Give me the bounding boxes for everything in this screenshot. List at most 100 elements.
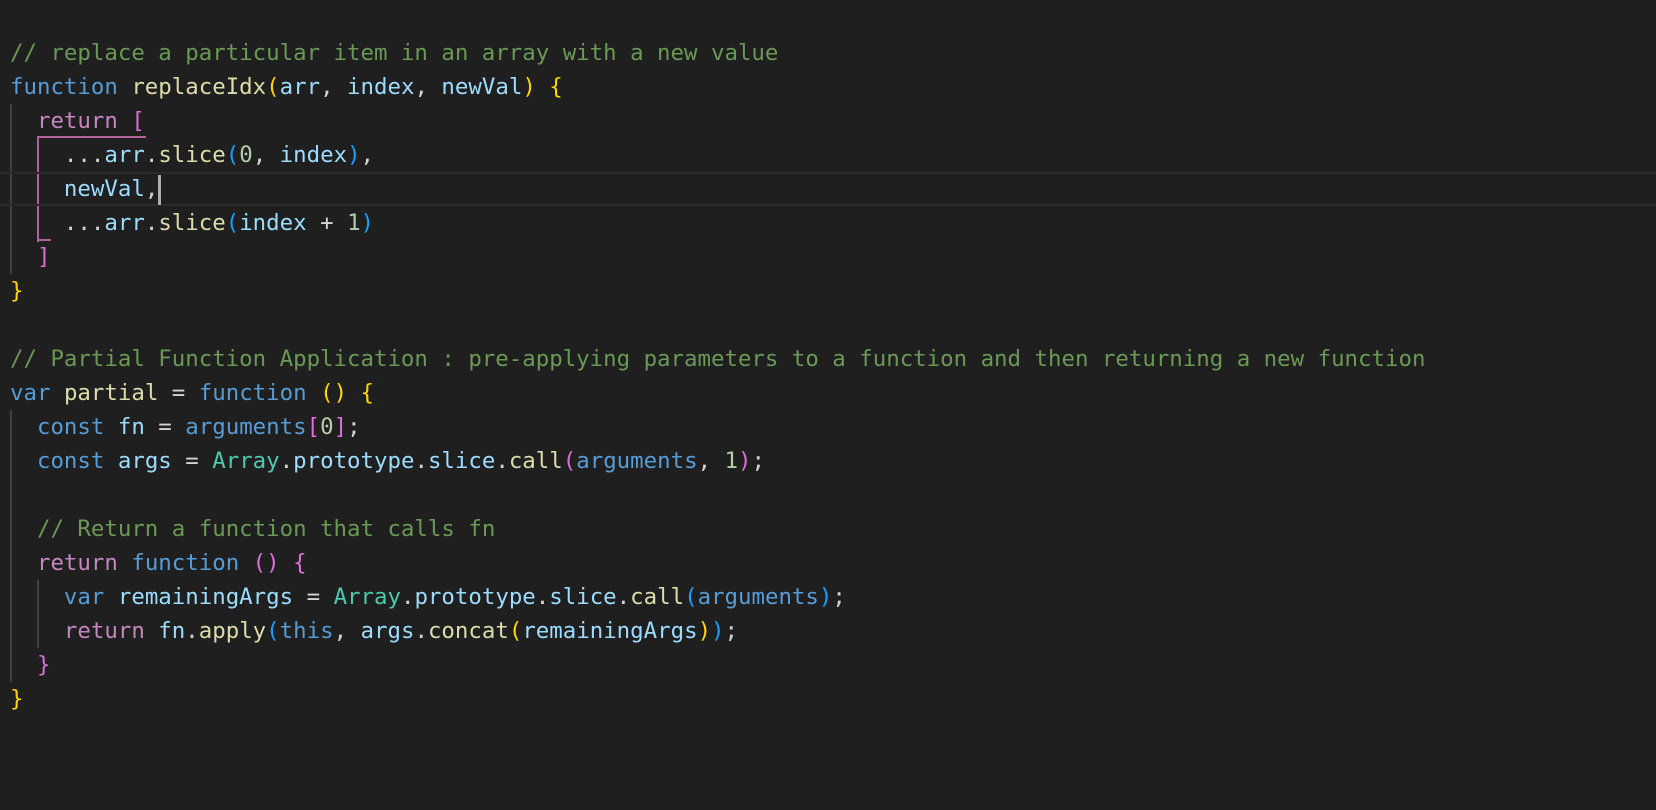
- token-control: return: [36, 108, 118, 134]
- token-punctuation: ...: [10, 142, 105, 168]
- token-bracket1: (: [508, 618, 523, 644]
- token-punctuation: ,: [697, 448, 725, 474]
- token-punctuation: =: [293, 584, 334, 610]
- token-keyword: arguments: [185, 414, 307, 440]
- token-variable: newVal: [63, 176, 145, 202]
- token-punctuation: ,: [144, 176, 159, 202]
- token-variable: slice: [549, 584, 617, 610]
- token-punctuation: [280, 550, 293, 576]
- code-line[interactable]: function replaceIdx(arr, index, newVal) …: [0, 70, 1656, 104]
- code-line[interactable]: const args = Array.prototype.slice.call(…: [0, 444, 1656, 478]
- code-line[interactable]: var remainingArgs = Array.prototype.slic…: [0, 580, 1656, 614]
- code-line[interactable]: ...arr.slice(index + 1): [0, 206, 1656, 240]
- code-line[interactable]: // replace a particular item in an array…: [0, 36, 1656, 70]
- token-bracket1: ): [697, 618, 712, 644]
- token-punctuation: [118, 108, 131, 134]
- token-punctuation: ,: [333, 618, 361, 644]
- code-line-current[interactable]: newVal,: [0, 172, 1656, 206]
- token-punctuation: ,: [360, 142, 375, 168]
- token-bracket2: ]: [36, 244, 51, 270]
- token-class: Array: [212, 448, 280, 474]
- token-punctuation: [10, 448, 37, 474]
- token-punctuation: ;: [724, 618, 739, 644]
- token-function: call: [630, 584, 685, 610]
- token-number: 0: [239, 142, 253, 168]
- token-function: slice: [158, 210, 226, 236]
- code-line[interactable]: const fn = arguments[0];: [0, 410, 1656, 444]
- code-line[interactable]: // Return a function that calls fn: [0, 512, 1656, 546]
- token-bracket2: {: [293, 550, 307, 576]
- token-variable: prototype: [414, 584, 536, 610]
- token-bracket3: ): [347, 142, 361, 168]
- token-variable: slice: [427, 448, 496, 474]
- token-punctuation: [10, 652, 37, 678]
- code-line[interactable]: ...arr.slice(0, index),: [0, 138, 1656, 172]
- token-punctuation: [118, 550, 131, 576]
- token-bracket2: [: [306, 414, 321, 440]
- token-punctuation: [10, 244, 37, 270]
- token-function: replaceIdx: [131, 74, 267, 100]
- token-keyword: const: [36, 414, 105, 440]
- token-function: concat: [427, 618, 509, 644]
- token-class: Array: [333, 584, 401, 610]
- token-variable: args: [360, 618, 415, 644]
- token-punctuation: [10, 516, 37, 542]
- token-variable: args: [117, 448, 172, 474]
- token-variable: fn: [117, 414, 145, 440]
- token-punctuation: .: [400, 584, 415, 610]
- token-function: apply: [198, 618, 267, 644]
- code-line[interactable]: ​: [0, 308, 1656, 342]
- token-punctuation: .: [185, 618, 199, 644]
- token-bracket1: {: [360, 380, 375, 406]
- code-lines: ​ // replace a particular item in an arra…: [0, 2, 1656, 716]
- token-bracket2: }: [36, 652, 51, 678]
- token-punctuation: [10, 414, 37, 440]
- token-punctuation: ;: [832, 584, 846, 610]
- code-editor[interactable]: ​ // replace a particular item in an arra…: [0, 0, 1656, 810]
- code-line[interactable]: }: [0, 648, 1656, 682]
- token-bracket1: (: [266, 74, 280, 100]
- token-variable: index: [347, 74, 415, 100]
- token-punctuation: [536, 74, 549, 100]
- token-bracket3: (: [225, 142, 240, 168]
- token-variable: remainingArgs: [522, 618, 698, 644]
- code-line[interactable]: }: [0, 682, 1656, 716]
- token-bracket1: }: [10, 278, 24, 304]
- token-number: 1: [724, 448, 739, 474]
- token-punctuation: [104, 414, 117, 440]
- token-comment: // Return a function that calls fn: [36, 516, 496, 542]
- token-variable: newVal: [441, 74, 523, 100]
- token-function: call: [508, 448, 563, 474]
- code-line[interactable]: ]: [0, 240, 1656, 274]
- token-function: slice: [158, 142, 226, 168]
- token-punctuation: [10, 618, 64, 644]
- token-punctuation: [307, 380, 320, 406]
- token-bracket3: ): [818, 584, 833, 610]
- code-line[interactable]: return [: [0, 104, 1656, 138]
- token-keyword: arguments: [697, 584, 819, 610]
- token-punctuation: ...: [10, 210, 105, 236]
- token-punctuation: [347, 380, 360, 406]
- token-function: partial: [63, 380, 159, 406]
- token-bracket1: {: [549, 74, 563, 100]
- token-punctuation: [104, 448, 117, 474]
- token-bracket2: ): [738, 448, 752, 474]
- code-line[interactable]: return fn.apply(this, args.concat(remain…: [0, 614, 1656, 648]
- code-line[interactable]: return function () {: [0, 546, 1656, 580]
- token-punctuation: ,: [320, 74, 348, 100]
- token-bracket3: ): [360, 210, 375, 236]
- code-line[interactable]: ​: [0, 2, 1656, 36]
- code-line[interactable]: // Partial Function Application : pre-ap…: [0, 342, 1656, 376]
- code-line[interactable]: ​: [0, 478, 1656, 512]
- code-line[interactable]: }: [0, 274, 1656, 308]
- token-punctuation: ,: [252, 142, 280, 168]
- token-bracket3: (: [266, 618, 280, 644]
- token-keyword: var: [10, 380, 51, 406]
- token-bracket3: (: [684, 584, 698, 610]
- code-line[interactable]: var partial = function () {: [0, 376, 1656, 410]
- token-number: 0: [320, 414, 334, 440]
- token-bracket2: [: [131, 108, 145, 134]
- token-punctuation: .: [414, 448, 428, 474]
- token-bracket1: ): [522, 74, 536, 100]
- token-punctuation: =: [158, 380, 199, 406]
